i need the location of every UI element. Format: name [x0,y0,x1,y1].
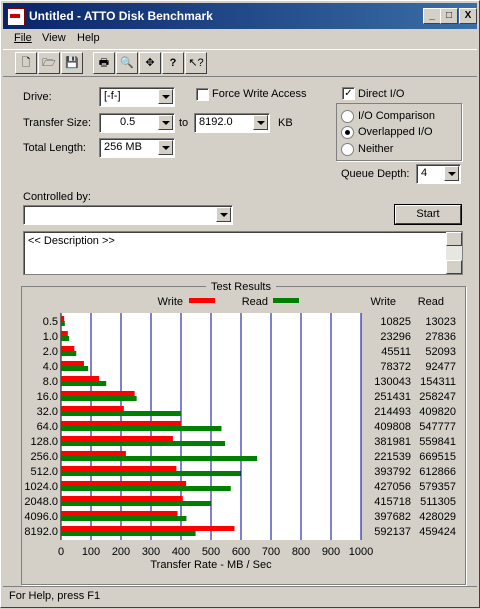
y-tick-label: 512.0 [30,466,58,478]
results-title: Test Results [211,281,271,293]
write-bar [61,466,177,471]
write-bar [61,436,173,441]
read-value: 13023 [425,316,456,328]
read-value: 459424 [419,526,456,538]
x-tick-label: 300 [142,546,160,558]
read-value: 27836 [425,331,456,343]
col-read-header: Read [418,296,444,308]
read-value: 409820 [419,406,456,418]
read-bar [61,336,70,341]
read-value: 428029 [419,511,456,523]
write-bar [61,451,126,456]
write-value: 130043 [374,376,411,388]
read-value: 547777 [419,421,456,433]
read-bar [61,456,258,461]
y-tick-label: 16.0 [37,391,58,403]
x-tick-label: 1000 [349,546,373,558]
read-value: 52093 [425,346,456,358]
write-value: 221539 [374,451,411,463]
write-value: 10825 [380,316,411,328]
write-value: 397682 [374,511,411,523]
x-tick-label: 600 [232,546,250,558]
x-tick-label: 700 [262,546,280,558]
y-tick-label: 1.0 [43,331,58,343]
x-tick-label: 100 [82,546,100,558]
y-tick-label: 0.5 [43,316,58,328]
write-bar [61,526,235,531]
status-bar: For Help, press F1 [3,586,477,606]
read-bar [61,486,231,491]
write-value: 592137 [374,526,411,538]
write-bar [61,481,187,486]
read-value: 669515 [419,451,456,463]
write-bar [61,406,124,411]
write-bar [61,316,65,321]
write-bar [61,331,68,336]
read-bar [61,396,137,401]
write-value: 23296 [380,331,411,343]
status-text: For Help, press F1 [9,590,101,602]
write-value: 251431 [374,391,411,403]
write-value: 415718 [374,496,411,508]
write-value: 409808 [374,421,411,433]
read-bar [61,531,196,536]
write-value: 214493 [374,406,411,418]
read-bar [61,501,211,506]
read-value: 154311 [420,376,456,388]
app-window: Untitled - ATTO Disk Benchmark _ □ X Fil… [0,0,480,608]
read-bar [61,381,107,386]
y-tick-label: 4096.0 [24,511,58,523]
read-value: 92477 [425,361,456,373]
read-value: 559841 [419,436,456,448]
x-tick-label: 200 [112,546,130,558]
read-bar [61,321,65,326]
y-tick-label: 1024.0 [24,481,58,493]
read-bar [61,366,89,371]
y-tick-label: 4.0 [43,361,58,373]
write-value: 45511 [381,346,411,358]
write-value: 427056 [374,481,411,493]
col-write-header: Write [371,296,396,308]
read-bar [61,351,77,356]
x-axis-label: Transfer Rate - MB / Sec [150,559,272,571]
y-tick-label: 32.0 [37,406,58,418]
x-tick-label: 0 [58,546,64,558]
write-bar [61,376,100,381]
write-bar [61,361,84,366]
legend-write-label: Write [158,296,183,308]
y-tick-label: 128.0 [30,436,58,448]
legend-read-label: Read [242,296,268,308]
results-chart: Test Results Write Read Write Read 0 100 200 300… [24,280,456,571]
write-bar [61,346,75,351]
read-bar [61,426,222,431]
write-bar [61,421,182,426]
write-value: 78372 [380,361,411,373]
y-tick-label: 256.0 [30,451,58,463]
write-bar [61,496,183,501]
x-tick-label: 800 [292,546,310,558]
write-value: 393792 [374,466,411,478]
read-bar [61,411,182,416]
y-tick-label: 8192.0 [24,526,58,538]
y-tick-label: 2.0 [43,346,58,358]
write-bar [61,511,178,516]
legend-write-swatch [189,298,215,303]
x-tick-label: 400 [172,546,190,558]
read-bar [61,516,187,521]
y-tick-label: 64.0 [37,421,58,433]
y-tick-label: 2048.0 [24,496,58,508]
x-tick-label: 900 [322,546,340,558]
read-bar [61,441,226,446]
y-tick-label: 8.0 [43,376,58,388]
read-value: 511305 [420,496,456,508]
legend-read-swatch [273,298,299,303]
x-tick-label: 500 [202,546,220,558]
read-value: 579357 [419,481,456,493]
write-value: 381981 [374,436,411,448]
read-value: 258247 [419,391,456,403]
write-bar [61,391,135,396]
read-value: 612866 [419,466,456,478]
read-bar [61,471,241,476]
